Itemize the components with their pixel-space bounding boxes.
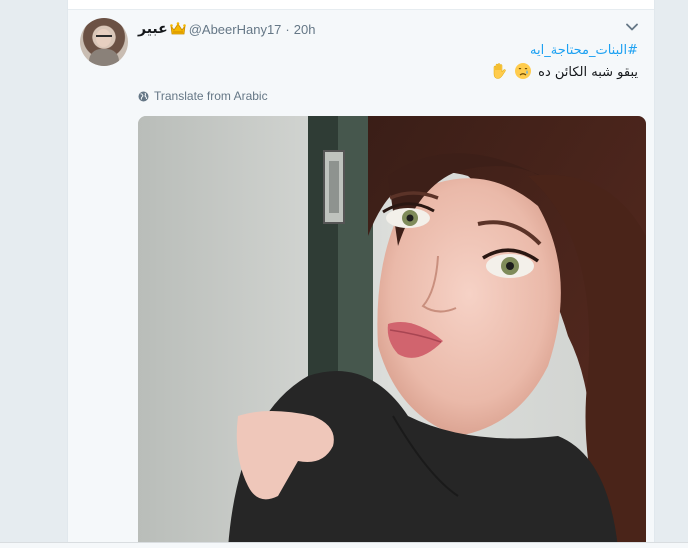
tweet-body-line: يبقو شبه الكائن ده	[218, 62, 638, 84]
raised-hand-emoji	[490, 62, 508, 80]
globe-icon	[138, 91, 149, 102]
chevron-down-icon[interactable]	[626, 23, 638, 31]
tweet-photo[interactable]	[138, 116, 646, 548]
timeline-column: عبير @AbeerHany17 · 20h #البنات_محتاجة_ا…	[67, 0, 655, 548]
display-name[interactable]: عبير	[138, 21, 168, 37]
avatar[interactable]	[80, 18, 128, 66]
avatar-body	[89, 49, 119, 66]
tweet-timestamp[interactable]: 20h	[294, 22, 316, 37]
separator-dot: ·	[285, 21, 290, 37]
tweet-header: عبير @AbeerHany17 · 20h	[138, 20, 315, 38]
translate-tweet[interactable]: Translate from Arabic	[138, 89, 268, 103]
photo-selfie-illustration	[138, 116, 646, 548]
tweet[interactable]: عبير @AbeerHany17 · 20h #البنات_محتاجة_ا…	[68, 10, 654, 548]
bottom-bar	[0, 542, 688, 548]
translate-label[interactable]: Translate from Arabic	[154, 89, 268, 103]
tweet-text: #البنات_محتاجة_ايه يبقو شبه الكائن ده	[218, 40, 638, 84]
crown-icon	[169, 22, 186, 36]
hashtag-link[interactable]: #البنات_محتاجة_ايه	[218, 40, 638, 62]
crying-face-emoji	[514, 62, 532, 80]
avatar-glasses	[96, 35, 112, 39]
tweet-body: يبقو شبه الكائن ده	[538, 65, 638, 80]
user-handle[interactable]: @AbeerHany17	[189, 22, 282, 37]
